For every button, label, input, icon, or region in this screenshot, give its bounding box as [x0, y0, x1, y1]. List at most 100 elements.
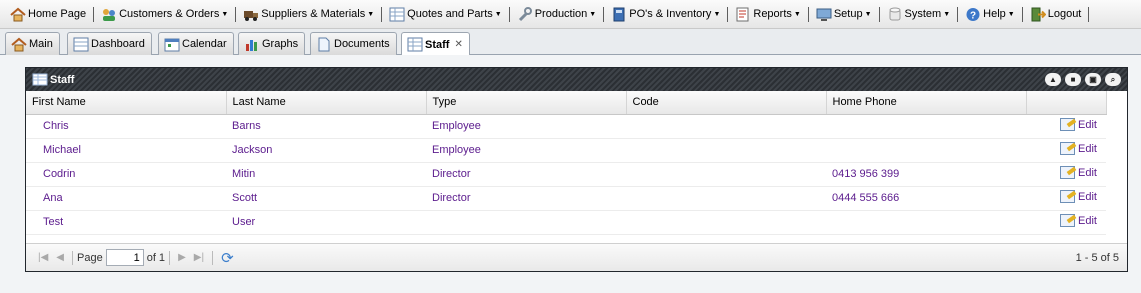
menu-logout[interactable]: Logout — [1028, 4, 1084, 24]
menu-quotes-and-parts[interactable]: Quotes and Parts ▼ — [387, 4, 504, 24]
menu-home-page[interactable]: Home Page — [8, 4, 88, 24]
chevron-down-icon: ▼ — [221, 10, 229, 18]
column-header-first-name[interactable]: First Name — [26, 91, 227, 115]
home-icon — [11, 37, 27, 52]
cell-actions: Edit — [1026, 114, 1106, 139]
first-page-icon[interactable]: |◀ — [38, 252, 48, 263]
cell-code — [626, 138, 826, 163]
tab-graphs[interactable]: Graphs — [238, 32, 306, 55]
cell-type: Director — [426, 162, 626, 187]
chevron-down-icon: ▼ — [713, 10, 721, 18]
edit-button[interactable]: Edit — [1060, 214, 1097, 227]
cell-first-name: Test — [26, 210, 226, 235]
pager-separator — [72, 250, 73, 265]
tab-staff[interactable]: Staff ✕ — [401, 32, 470, 56]
truck-icon — [243, 7, 259, 22]
cell-code — [626, 210, 826, 235]
cell-home-phone: 0444 555 666 — [826, 186, 1026, 211]
collapse-icon[interactable]: ▲ — [1045, 73, 1061, 86]
tab-graphs-label: Graphs — [262, 38, 299, 50]
menu-customers-orders[interactable]: Customers & Orders ▼ — [99, 4, 230, 24]
column-header-last-name[interactable]: Last Name — [226, 91, 427, 115]
tab-main[interactable]: Main — [5, 32, 60, 55]
menu-setup-label: Setup — [833, 8, 863, 20]
calendar-icon — [164, 37, 180, 52]
save-icon[interactable]: ■ — [1065, 73, 1081, 86]
menu-pos-inventory-label: PO's & Inventory — [629, 8, 712, 20]
menu-reports[interactable]: Reports ▼ — [733, 4, 802, 24]
column-header-home-phone[interactable]: Home Phone — [826, 91, 1027, 115]
menu-customers-orders-label: Customers & Orders — [119, 8, 220, 20]
grid-icon — [32, 72, 48, 87]
table-row[interactable]: Test User Edit — [26, 210, 1106, 235]
book-icon — [611, 7, 627, 22]
cell-actions: Edit — [1026, 162, 1106, 187]
tab-documents[interactable]: Documents — [310, 32, 397, 55]
menu-separator — [878, 6, 880, 22]
tab-documents-label: Documents — [334, 38, 390, 50]
cell-type: Employee — [426, 114, 626, 139]
column-header-actions — [1026, 91, 1107, 115]
menu-help-label: Help — [983, 8, 1006, 20]
menu-system[interactable]: System ▼ — [885, 4, 953, 24]
content-area: Staff ▲ ■ ▣ ⌕ First Name Last Name Type … — [0, 55, 1141, 293]
edit-icon — [1060, 214, 1076, 227]
last-page-icon[interactable]: ▶| — [194, 252, 204, 263]
svg-text:?: ? — [970, 10, 976, 21]
menu-pos-inventory[interactable]: PO's & Inventory ▼ — [609, 4, 722, 24]
menu-separator — [235, 6, 237, 22]
print-icon[interactable]: ▣ — [1085, 73, 1101, 86]
document-icon — [316, 37, 332, 52]
search-icon[interactable]: ⌕ — [1105, 73, 1121, 86]
page-number-input[interactable] — [105, 249, 144, 266]
cell-type — [426, 210, 626, 235]
panel-header: Staff ▲ ■ ▣ ⌕ — [26, 68, 1127, 91]
cell-home-phone — [826, 210, 1026, 235]
grid-header-row: First Name Last Name Type Code Home Phon… — [26, 91, 1107, 115]
table-row[interactable]: Ana Scott Director 0444 555 666 Edit — [26, 186, 1106, 211]
cell-actions: Edit — [1026, 210, 1106, 235]
cell-last-name: Mitin — [226, 162, 426, 187]
chevron-down-icon: ▼ — [494, 10, 502, 18]
refresh-icon[interactable]: ⟳ — [221, 249, 234, 267]
cell-home-phone: 0413 956 399 — [826, 162, 1026, 187]
menu-suppliers-materials[interactable]: Suppliers & Materials ▼ — [241, 4, 376, 24]
tab-calendar[interactable]: Calendar — [158, 32, 234, 55]
menu-production-label: Production — [534, 8, 588, 20]
menu-production[interactable]: Production ▼ — [515, 4, 599, 24]
panel-title: Staff — [50, 73, 75, 86]
table-row[interactable]: Chris Barns Employee Edit — [26, 114, 1106, 139]
edit-button[interactable]: Edit — [1060, 118, 1097, 131]
menu-system-label: System — [904, 8, 942, 20]
main-menu-bar: Home Page Customers & Orders ▼ Suppliers… — [0, 0, 1141, 29]
cell-last-name: Scott — [226, 186, 426, 211]
next-page-icon[interactable]: ▶ — [178, 252, 186, 263]
edit-button[interactable]: Edit — [1060, 142, 1097, 155]
cell-last-name: Jackson — [226, 138, 426, 163]
cell-code — [626, 162, 826, 187]
menu-setup[interactable]: Setup ▼ — [814, 4, 874, 24]
edit-label: Edit — [1078, 142, 1097, 155]
table-row[interactable]: Michael Jackson Employee Edit — [26, 138, 1106, 163]
menu-help[interactable]: ? Help ▼ — [963, 4, 1017, 24]
menu-separator — [957, 6, 959, 22]
edit-icon — [1060, 142, 1076, 155]
close-icon[interactable]: ✕ — [454, 39, 462, 50]
cell-first-name: Chris — [26, 114, 226, 139]
chevron-down-icon: ▼ — [793, 10, 801, 18]
prev-page-icon[interactable]: ◀ — [56, 252, 64, 263]
table-row[interactable]: Codrin Mitin Director 0413 956 399 Edit — [26, 162, 1106, 187]
paging-toolbar: |◀ ◀ Page of 1 ▶ ▶| ⟳ 1 - 5 of 5 — [26, 243, 1127, 271]
edit-button[interactable]: Edit — [1060, 166, 1097, 179]
menu-home-page-label: Home Page — [28, 8, 87, 20]
cell-first-name: Codrin — [26, 162, 226, 187]
menu-separator — [807, 6, 809, 22]
tab-dashboard[interactable]: Dashboard — [67, 32, 152, 55]
menu-logout-label: Logout — [1047, 8, 1082, 20]
column-header-type[interactable]: Type — [426, 91, 627, 115]
menu-separator — [603, 6, 605, 22]
edit-label: Edit — [1078, 190, 1097, 203]
edit-button[interactable]: Edit — [1060, 190, 1097, 203]
column-header-code[interactable]: Code — [626, 91, 827, 115]
pager-separator — [169, 250, 171, 265]
